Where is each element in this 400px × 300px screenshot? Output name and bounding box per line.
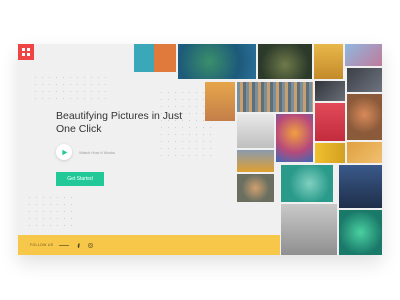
photo-sunset-couple [347, 142, 382, 163]
photo-women-yellow [314, 44, 343, 79]
photo-green-portrait [339, 210, 382, 255]
get-started-button[interactable]: Get Started [56, 172, 104, 186]
instagram-link[interactable] [87, 242, 93, 248]
photo-person-raised-arms [258, 44, 312, 79]
hero-card: Beautifying Pictures in Just One Click W… [18, 44, 382, 255]
photo-portrait-orange [205, 82, 235, 121]
dot-pattern [32, 74, 112, 104]
facebook-icon [77, 243, 80, 248]
photo-dark-hand [315, 81, 345, 101]
photo-doors [134, 44, 176, 72]
photo-friends [345, 44, 382, 66]
photo-camera [237, 114, 274, 148]
play-button[interactable] [56, 144, 72, 160]
photo-mural-face [276, 114, 313, 162]
photo-dog [237, 174, 274, 202]
dot-pattern [26, 194, 76, 228]
divider [59, 244, 70, 246]
photo-aerial-village [178, 44, 256, 79]
photo-silhouette [339, 165, 382, 208]
footer-bar: FOLLOW US [18, 235, 280, 255]
play-icon [61, 149, 67, 155]
photo-brushes [315, 143, 345, 163]
photo-jellyfish [281, 165, 333, 202]
photo-yellow-car [237, 150, 274, 172]
photo-red-wall [315, 103, 345, 141]
hero-title: Beautifying Pictures in Just One Click [56, 110, 183, 135]
photo-selfie [347, 94, 382, 140]
follow-us-label: FOLLOW US [30, 243, 54, 247]
grid-menu-icon [22, 48, 25, 51]
facebook-link[interactable] [75, 242, 81, 248]
photo-bookshelf [237, 82, 313, 112]
photo-two-men-red [281, 204, 337, 255]
photo-studio [347, 68, 382, 92]
instagram-icon [88, 242, 93, 248]
how-it-works-link[interactable]: Watch How It Works [56, 144, 115, 160]
how-it-works-label: Watch How It Works [79, 149, 116, 155]
menu-button[interactable] [18, 44, 34, 60]
